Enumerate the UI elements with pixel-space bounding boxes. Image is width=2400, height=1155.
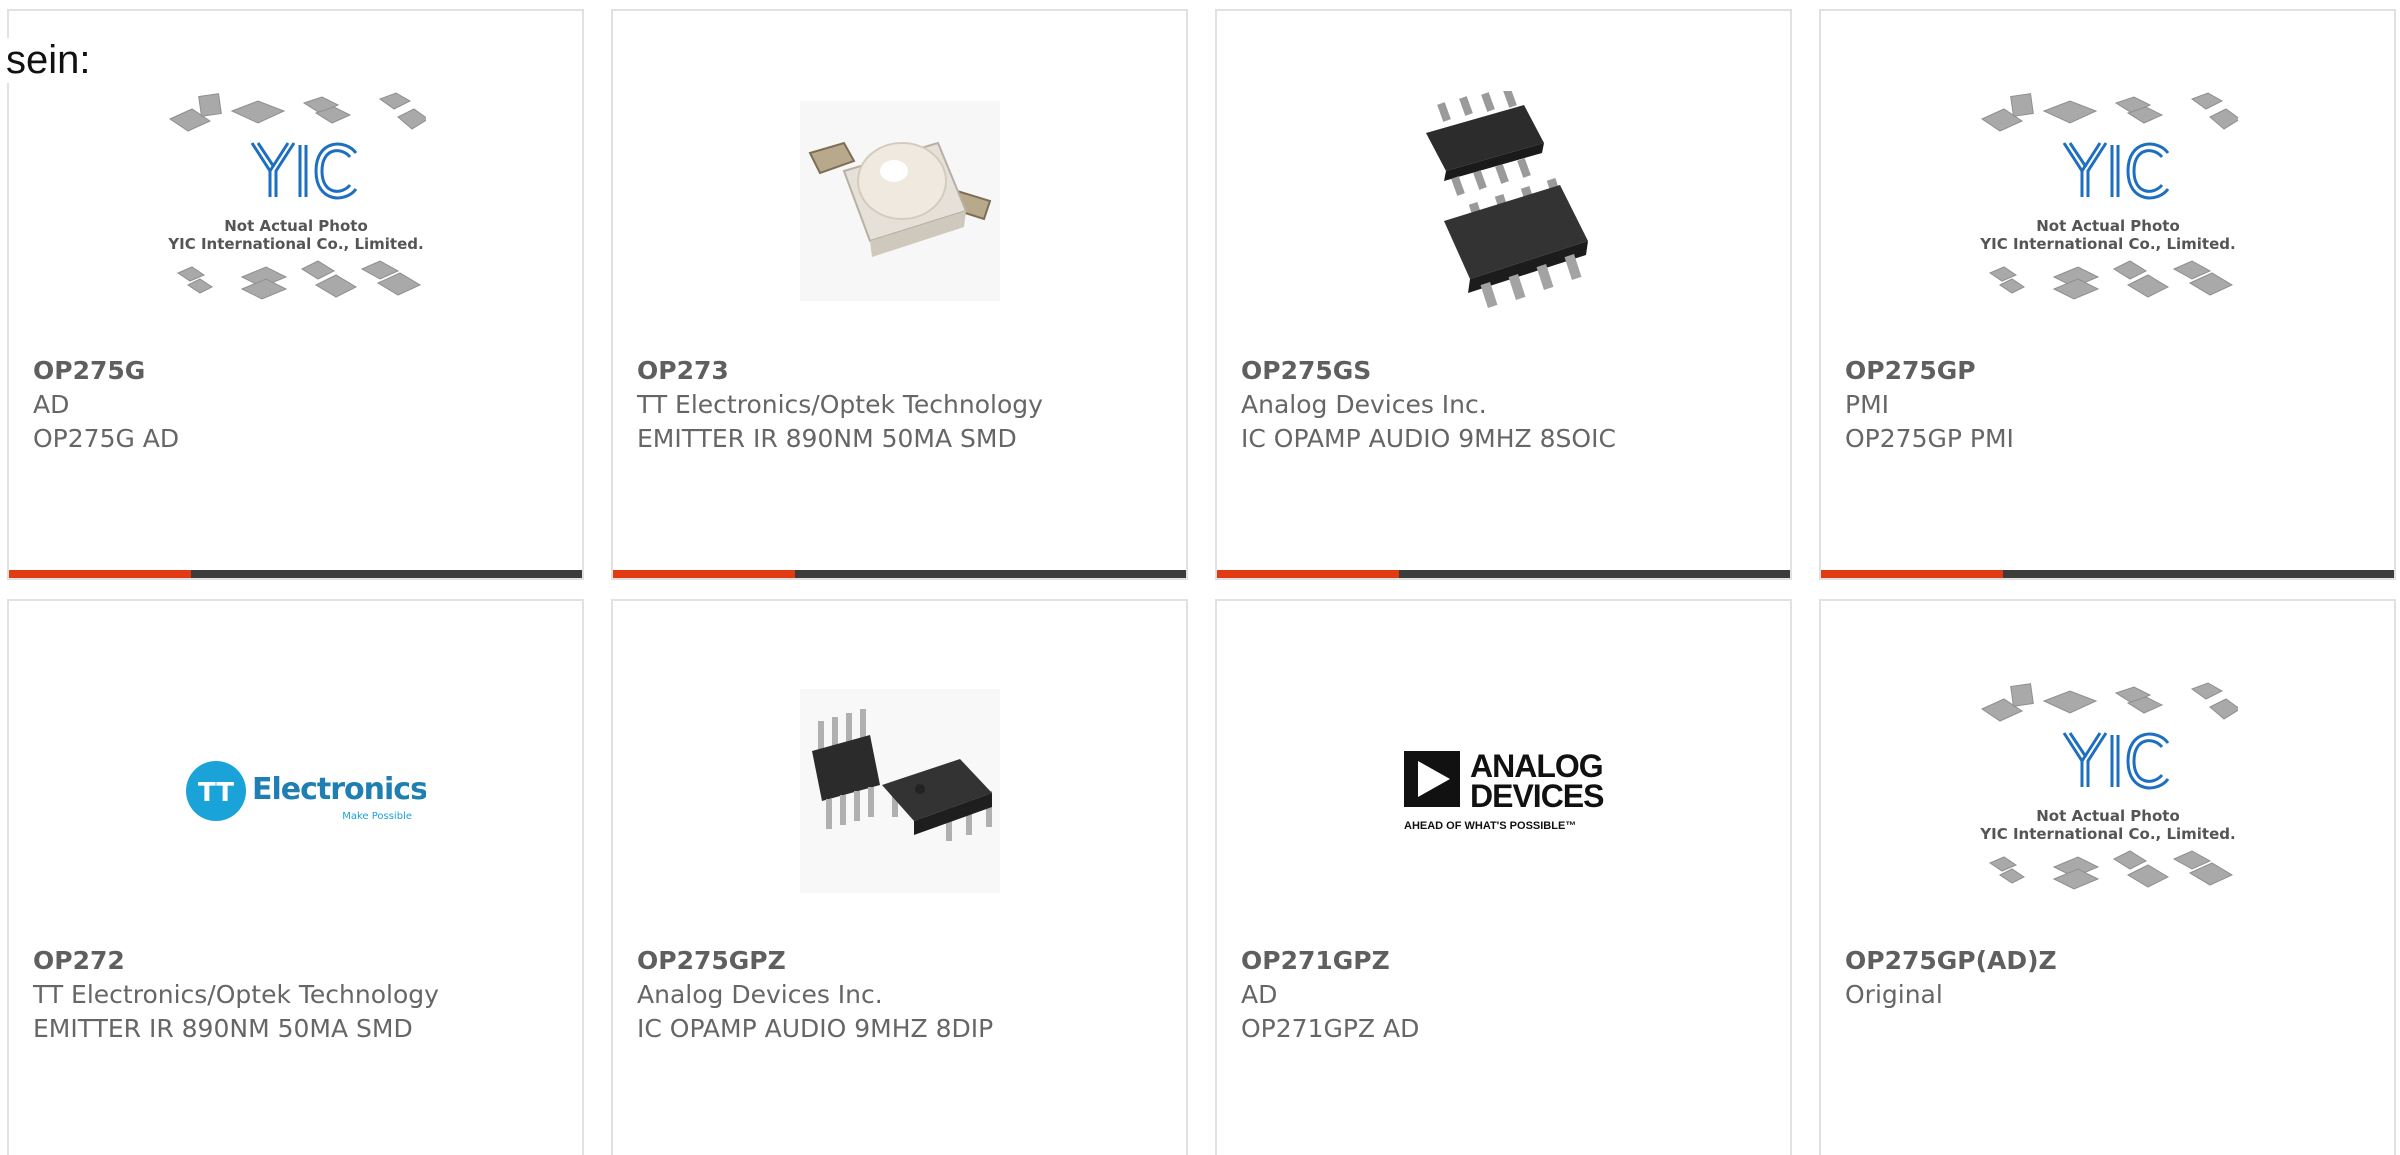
manufacturer: Original xyxy=(1845,980,1943,1009)
manufacturer: PMI xyxy=(1845,390,1890,419)
dip-chip-photo xyxy=(770,661,1030,921)
manufacturer: AD xyxy=(33,390,70,419)
card-bottom-bar xyxy=(613,570,1186,578)
product-card[interactable]: OP273 TT Electronics/Optek Technology EM… xyxy=(611,9,1188,580)
product-info: OP275GP(AD)Z Original xyxy=(1845,944,2384,1012)
svg-text:AHEAD OF WHAT'S POSSIBLE™: AHEAD OF WHAT'S POSSIBLE™ xyxy=(1404,820,1576,832)
part-number[interactable]: OP275GP(AD)Z xyxy=(1845,944,2384,978)
description: OP275GP PMI xyxy=(1845,424,2014,453)
yic-placeholder-image: Not Actual Photo YIC International Co., … xyxy=(166,71,426,331)
analog-devices-logo: ANALOG DEVICES AHEAD OF WHAT'S POSSIBLE™ xyxy=(1374,661,1634,921)
description: IC OPAMP AUDIO 9MHZ 8SOIC xyxy=(1241,424,1616,453)
svg-text:YIC International Co., Limited: YIC International Co., Limited. xyxy=(1979,235,2235,253)
description: OP271GPZ AD xyxy=(1241,1014,1420,1043)
part-number[interactable]: OP272 xyxy=(33,944,572,978)
svg-text:Not Actual Photo: Not Actual Photo xyxy=(2036,807,2180,825)
description: EMITTER IR 890NM 50MA SMD xyxy=(637,424,1017,453)
product-info: OP273 TT Electronics/Optek Technology EM… xyxy=(637,354,1176,456)
svg-text:Electronics: Electronics xyxy=(252,772,426,807)
svg-text:Not Actual Photo: Not Actual Photo xyxy=(224,217,368,235)
product-grid-page: sein: Not Actual Photo YIC International… xyxy=(0,0,2400,1155)
product-card[interactable]: TT Electronics Make Possible OP272 TT El… xyxy=(7,599,584,1155)
description: IC OPAMP AUDIO 9MHZ 8DIP xyxy=(637,1014,994,1043)
product-card[interactable]: ANALOG DEVICES AHEAD OF WHAT'S POSSIBLE™… xyxy=(1215,599,1792,1155)
svg-text:TT: TT xyxy=(197,778,233,808)
description: OP275G AD xyxy=(33,424,180,453)
manufacturer: AD xyxy=(1241,980,1278,1009)
part-number[interactable]: OP275GS xyxy=(1241,354,1780,388)
part-number[interactable]: OP275G xyxy=(33,354,572,388)
product-info: OP275GS Analog Devices Inc. IC OPAMP AUD… xyxy=(1241,354,1780,456)
manufacturer: Analog Devices Inc. xyxy=(1241,390,1487,419)
part-number[interactable]: OP271GPZ xyxy=(1241,944,1780,978)
card-accent xyxy=(613,570,795,578)
yic-placeholder-image: Not Actual Photo YIC International Co., … xyxy=(1978,661,2238,921)
product-info: OP271GPZ AD OP271GPZ AD xyxy=(1241,944,1780,1046)
part-number[interactable]: OP273 xyxy=(637,354,1176,388)
product-card[interactable]: Not Actual Photo YIC International Co., … xyxy=(1819,9,2396,580)
ir-emitter-photo xyxy=(770,71,1030,331)
part-number[interactable]: OP275GP xyxy=(1845,354,2384,388)
intro-text: sein: xyxy=(6,38,95,83)
card-bottom-bar xyxy=(9,570,582,578)
manufacturer: TT Electronics/Optek Technology xyxy=(637,390,1043,419)
card-accent xyxy=(9,570,191,578)
yic-placeholder-image: Not Actual Photo YIC International Co., … xyxy=(1978,71,2238,331)
product-info: OP275G AD OP275G AD xyxy=(33,354,572,456)
svg-text:YIC International Co., Limited: YIC International Co., Limited. xyxy=(1979,825,2235,843)
tt-electronics-logo: TT Electronics Make Possible xyxy=(166,661,426,921)
product-info: OP272 TT Electronics/Optek Technology EM… xyxy=(33,944,572,1046)
soic-chip-photo xyxy=(1374,71,1634,331)
product-info: OP275GP PMI OP275GP PMI xyxy=(1845,354,2384,456)
svg-text:YIC International Co., Limited: YIC International Co., Limited. xyxy=(167,235,423,253)
card-bottom-bar xyxy=(1217,570,1790,578)
card-bottom-bar xyxy=(1821,570,2394,578)
product-info: OP275GPZ Analog Devices Inc. IC OPAMP AU… xyxy=(637,944,1176,1046)
product-card[interactable]: Not Actual Photo YIC International Co., … xyxy=(7,9,584,580)
svg-text:Make Possible: Make Possible xyxy=(342,811,412,822)
card-accent xyxy=(1821,570,2003,578)
product-grid: Not Actual Photo YIC International Co., … xyxy=(7,9,2400,1155)
svg-text:DEVICES: DEVICES xyxy=(1470,778,1604,814)
svg-text:Not Actual Photo: Not Actual Photo xyxy=(2036,217,2180,235)
product-card[interactable]: OP275GS Analog Devices Inc. IC OPAMP AUD… xyxy=(1215,9,1792,580)
product-card[interactable]: Not Actual Photo YIC International Co., … xyxy=(1819,599,2396,1155)
product-card[interactable]: OP275GPZ Analog Devices Inc. IC OPAMP AU… xyxy=(611,599,1188,1155)
manufacturer: Analog Devices Inc. xyxy=(637,980,883,1009)
manufacturer: TT Electronics/Optek Technology xyxy=(33,980,439,1009)
part-number[interactable]: OP275GPZ xyxy=(637,944,1176,978)
description: EMITTER IR 890NM 50MA SMD xyxy=(33,1014,413,1043)
card-accent xyxy=(1217,570,1399,578)
